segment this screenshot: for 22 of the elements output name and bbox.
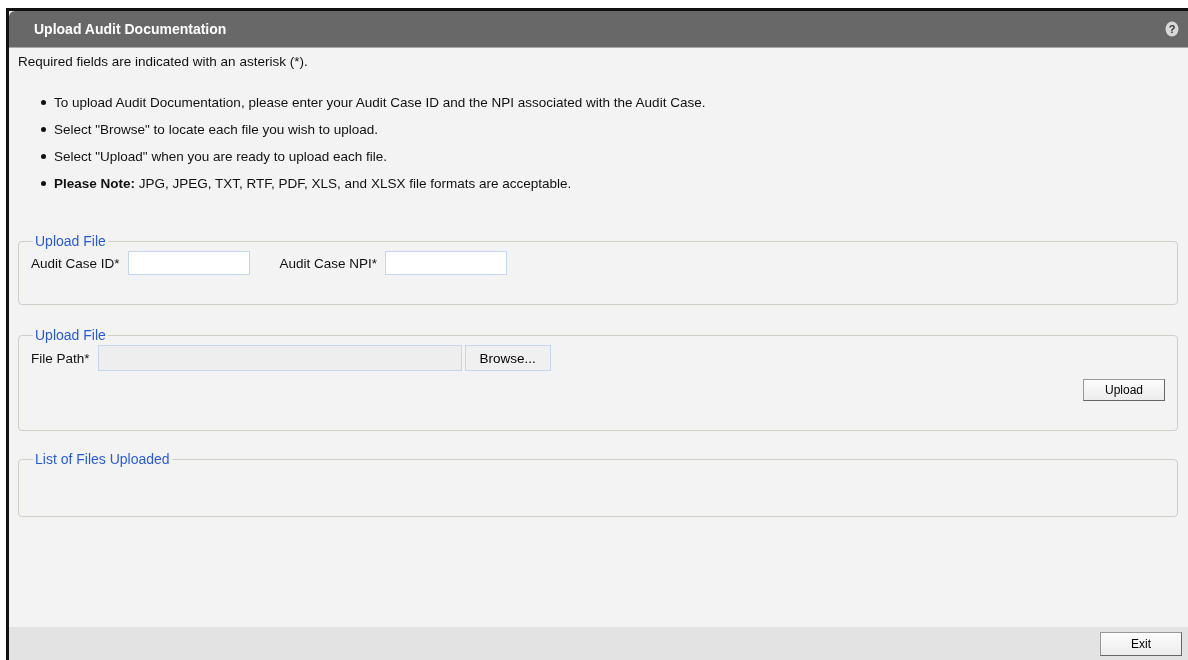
bullet-icon <box>41 181 46 186</box>
bullet-icon <box>41 154 46 159</box>
instruction-text: To upload Audit Documentation, please enter your Audit Case ID and the NPI associated with the Audit Case. <box>54 95 706 110</box>
instruction-text: Please Note: JPG, JPEG, TXT, RTF, PDF, XLS, and XLSX file formats are acceptable. <box>54 176 572 191</box>
instruction-text: Select "Browse" to locate each file you wish to upload. <box>54 122 378 137</box>
exit-button[interactable]: Exit <box>1100 631 1182 656</box>
field-label: Audit Case NPI* <box>279 255 378 271</box>
input-field[interactable] <box>127 251 250 275</box>
upload-button[interactable]: Upload <box>1083 379 1165 401</box>
window-title: Upload Audit Documentation <box>34 21 227 37</box>
input-field[interactable] <box>385 251 508 275</box>
field-label: File Path* <box>31 350 90 366</box>
browse-button[interactable]: Browse... <box>464 345 551 371</box>
fieldset-legend: Upload File <box>33 327 108 343</box>
required-note: Required fields are indicated with an asterisk (*). <box>18 54 309 69</box>
fieldset-legend: Upload File <box>33 233 108 249</box>
bullet-icon <box>41 127 46 132</box>
instruction-text: Select "Upload" when you are ready to upload each file. <box>54 149 388 164</box>
bullet-icon <box>41 100 46 105</box>
field-label: Audit Case ID* <box>31 255 120 271</box>
fieldset-legend: List of Files Uploaded <box>33 451 172 467</box>
help-icon[interactable]: ? <box>1165 21 1179 37</box>
